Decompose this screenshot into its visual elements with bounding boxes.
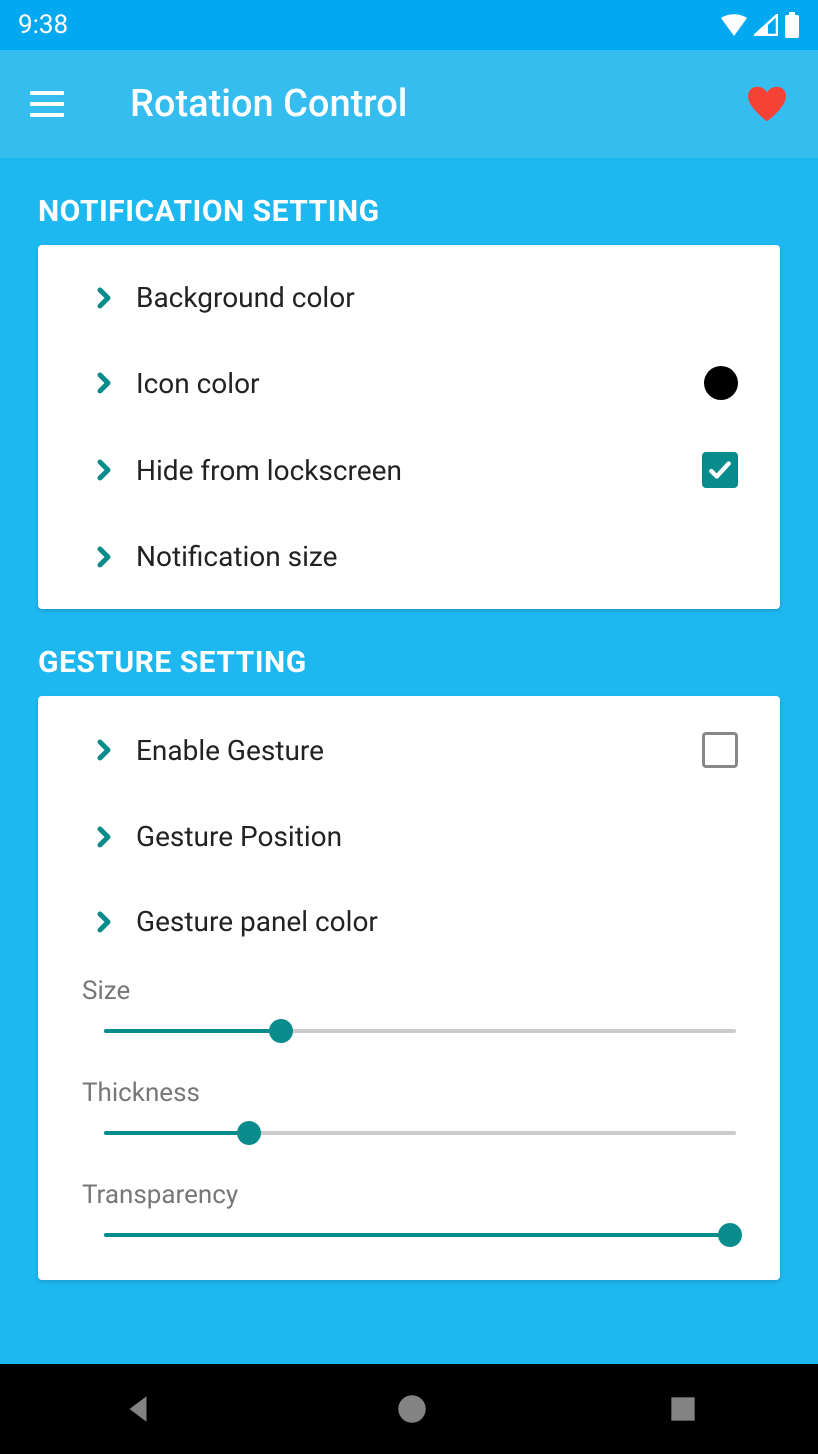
row-label: Notification size	[136, 540, 738, 573]
slider-transparency-group: Transparency	[38, 1168, 780, 1270]
gesture-card: Enable Gesture Gesture Position Gesture …	[38, 696, 780, 1280]
chevron-right-icon	[92, 910, 116, 934]
enable-gesture-checkbox[interactable]	[702, 732, 738, 768]
home-button[interactable]	[397, 1394, 427, 1424]
wifi-icon	[720, 14, 748, 36]
navigation-bar	[0, 1364, 818, 1454]
icon-color-swatch	[704, 366, 738, 400]
row-label: Enable Gesture	[136, 734, 702, 767]
status-time: 9:38	[18, 10, 68, 40]
slider-thumb[interactable]	[237, 1121, 261, 1145]
check-icon	[707, 457, 733, 483]
row-hide-lockscreen[interactable]: Hide from lockscreen	[38, 426, 780, 514]
battery-icon	[784, 12, 800, 38]
slider-transparency[interactable]	[104, 1224, 736, 1246]
hide-lockscreen-checkbox[interactable]	[702, 452, 738, 488]
slider-thumb[interactable]	[269, 1019, 293, 1043]
chevron-right-icon	[92, 738, 116, 762]
row-background-color[interactable]: Background color	[38, 255, 780, 340]
slider-fill	[104, 1233, 730, 1237]
row-label: Icon color	[136, 367, 704, 400]
notification-card: Background color Icon color Hide from lo…	[38, 245, 780, 609]
row-icon-color[interactable]: Icon color	[38, 340, 780, 426]
row-label: Gesture panel color	[136, 905, 738, 938]
row-notification-size[interactable]: Notification size	[38, 514, 780, 599]
heart-icon[interactable]	[746, 85, 788, 123]
slider-fill	[104, 1029, 281, 1033]
section-header-gesture: GESTURE SETTING	[38, 645, 780, 680]
slider-size[interactable]	[104, 1020, 736, 1042]
chevron-right-icon	[92, 286, 116, 310]
status-icons	[720, 12, 800, 38]
row-label: Hide from lockscreen	[136, 454, 702, 487]
app-title: Rotation Control	[130, 82, 746, 126]
app-bar: Rotation Control	[0, 50, 818, 158]
slider-thickness[interactable]	[104, 1122, 736, 1144]
row-gesture-position[interactable]: Gesture Position	[38, 794, 780, 879]
slider-thickness-group: Thickness	[38, 1066, 780, 1168]
recent-button[interactable]	[669, 1395, 697, 1423]
slider-label: Thickness	[82, 1078, 736, 1108]
menu-button[interactable]	[30, 84, 70, 124]
section-header-notification: NOTIFICATION SETTING	[38, 194, 780, 229]
chevron-right-icon	[92, 825, 116, 849]
slider-size-group: Size	[38, 964, 780, 1066]
slider-thumb[interactable]	[718, 1223, 742, 1247]
content: NOTIFICATION SETTING Background color Ic…	[0, 194, 818, 1280]
row-label: Gesture Position	[136, 820, 738, 853]
back-button[interactable]	[121, 1392, 155, 1426]
status-bar: 9:38	[0, 0, 818, 50]
slider-label: Size	[82, 976, 736, 1006]
slider-fill	[104, 1131, 249, 1135]
chevron-right-icon	[92, 458, 116, 482]
slider-label: Transparency	[82, 1180, 736, 1210]
row-label: Background color	[136, 281, 738, 314]
chevron-right-icon	[92, 371, 116, 395]
row-gesture-panel-color[interactable]: Gesture panel color	[38, 879, 780, 964]
signal-icon	[754, 14, 778, 36]
chevron-right-icon	[92, 545, 116, 569]
row-enable-gesture[interactable]: Enable Gesture	[38, 706, 780, 794]
